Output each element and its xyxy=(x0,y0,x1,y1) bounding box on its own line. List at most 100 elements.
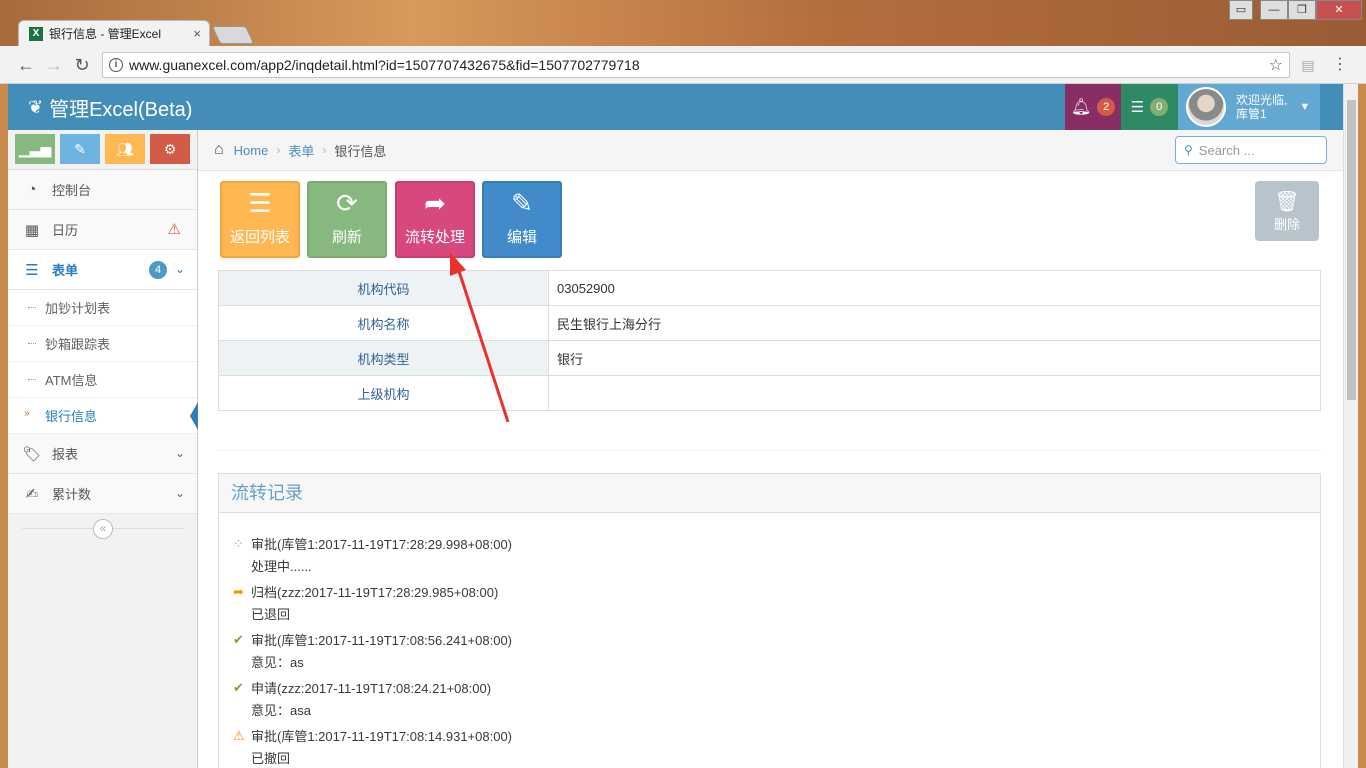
bookmark-star-icon[interactable]: ☆ xyxy=(1269,55,1289,75)
table-row: 机构名称 民生银行上海分行 xyxy=(218,305,1321,341)
record-head: 申请(zzz:2017-11-19T17:08:24.21+08:00) xyxy=(251,681,492,696)
refresh-button[interactable]: ⟳ 刷新 xyxy=(307,181,387,258)
close-window-button[interactable]: ✕ xyxy=(1316,0,1362,20)
sidebar-item-reports[interactable]: 🏷︎ 报表 ⌄ xyxy=(8,434,197,474)
tab-title: 银行信息 - 管理Excel xyxy=(49,27,162,41)
chevron-down-icon: ⌄ xyxy=(174,486,185,500)
table-row: 机构代码 03052900 xyxy=(218,270,1321,306)
brand[interactable]: ❦ 管理Excel(Beta) xyxy=(28,93,192,122)
sidebar-item-label: 表单 xyxy=(52,263,79,278)
button-label: 刷新 xyxy=(331,229,362,246)
sidebar-item-label: 控制台 xyxy=(52,183,92,198)
sidebar-item-label: 日历 xyxy=(52,223,79,238)
sidebar-subitem-cash-plan[interactable]: 加钞计划表 xyxy=(8,290,197,326)
subitem-label: ATM信息 xyxy=(45,373,98,388)
breadcrumb-form[interactable]: 表单 xyxy=(288,141,314,160)
info-icon[interactable]: i xyxy=(109,58,123,72)
field-value: 民生银行上海分行 xyxy=(548,305,1321,341)
edit-icon: ✍ xyxy=(25,485,39,503)
check-icon: ✔ xyxy=(233,631,244,647)
share-icon: ➦ xyxy=(233,583,244,599)
users-icon[interactable]: 👥︎ xyxy=(105,134,145,164)
record-note: 意见：as xyxy=(251,655,304,670)
detail-table: 机构代码 03052900 机构名称 民生银行上海分行 机构类型 银行 上级机构 xyxy=(218,270,1321,411)
username-text: 库管1 xyxy=(1236,107,1267,121)
sidebar: ▁▃▅ ✎ 👥︎ ⚙ ◔ 控制台 ▦ 日历 ⚠ ☰ 表单 4 ⌄ 加钞计划表 钞… xyxy=(8,130,198,768)
flow-process-button[interactable]: ➦ 流转处理 xyxy=(395,181,475,258)
field-value xyxy=(548,375,1321,411)
forward-arrow-icon[interactable]: → xyxy=(44,55,64,75)
record-note: 处理中...... xyxy=(251,559,312,574)
table-row: 机构类型 银行 xyxy=(218,340,1321,376)
browser-tab[interactable]: X 银行信息 - 管理Excel × xyxy=(18,20,210,46)
edit-icon: ✎ xyxy=(511,188,533,218)
sidebar-item-label: 累计数 xyxy=(52,487,92,502)
sidebar-subitem-cash-box[interactable]: 钞箱跟踪表 xyxy=(8,326,197,362)
field-label: 机构类型 xyxy=(218,340,549,376)
avatar xyxy=(1186,87,1226,127)
badge-text: 4 xyxy=(149,261,167,279)
list-icon: ☰ xyxy=(248,188,272,218)
back-to-list-button[interactable]: ☰ 返回列表 xyxy=(220,181,300,258)
spinner-icon: ⁘ xyxy=(233,535,244,551)
button-label: 流转处理 xyxy=(404,229,465,246)
trash-icon: 🗑︎ xyxy=(1274,191,1300,213)
address-bar[interactable]: i www.guanexcel.com/app2/inqdetail.html?… xyxy=(102,52,1290,78)
minimize-button[interactable]: — xyxy=(1260,0,1288,20)
breadcrumb: ⌂ Home › 表单 › 银行信息 ⚲ Search ... xyxy=(198,130,1344,171)
button-label: 编辑 xyxy=(506,229,537,246)
search-icon: ⚲ xyxy=(1184,143,1193,157)
pencil-icon[interactable]: ✎ xyxy=(60,134,100,164)
maximize-button[interactable]: ❐ xyxy=(1288,0,1316,20)
share-icon: ➦ xyxy=(424,188,446,218)
search-placeholder: Search ... xyxy=(1198,142,1255,158)
tab-close-icon[interactable]: × xyxy=(193,26,201,41)
pdf-extension-icon[interactable]: ▤ xyxy=(1298,55,1318,75)
url-text: www.guanexcel.com/app2/inqdetail.html?id… xyxy=(129,57,640,73)
search-input[interactable]: ⚲ Search ... xyxy=(1175,136,1327,164)
leaf-icon: ❦ xyxy=(28,97,44,117)
sidebar-item-cumulative[interactable]: ✍ 累计数 ⌄ xyxy=(8,474,197,514)
field-value: 银行 xyxy=(548,340,1321,376)
back-arrow-icon[interactable]: ← xyxy=(16,55,36,75)
field-label: 上级机构 xyxy=(218,375,549,411)
page-scrollbar[interactable] xyxy=(1343,84,1358,768)
edit-button[interactable]: ✎ 编辑 xyxy=(482,181,562,258)
record-note: 已撤回 xyxy=(251,751,291,766)
notifications-button[interactable]: 🔔︎ 2 xyxy=(1065,84,1121,130)
sidebar-item-dashboard[interactable]: ◔ 控制台 xyxy=(8,170,197,210)
breadcrumb-home[interactable]: Home xyxy=(234,143,269,158)
home-icon: ⌂ xyxy=(214,141,224,158)
subitem-label: 加钞计划表 xyxy=(45,301,111,316)
main-content: ⌂ Home › 表单 › 银行信息 ⚲ Search ... ☰ 返回列表 ⟳… xyxy=(198,130,1344,768)
refresh-icon: ⟳ xyxy=(336,188,358,218)
record-head: 审批(库管1:2017-11-19T17:28:29.998+08:00) xyxy=(251,537,513,552)
new-tab-button[interactable] xyxy=(211,26,255,44)
menu-dots-icon[interactable]: ⋮ xyxy=(1330,55,1350,75)
dashboard-icon: ◔ xyxy=(27,181,37,198)
sidebar-subitem-atm[interactable]: ATM信息 xyxy=(8,362,197,398)
delete-button[interactable]: 🗑︎ 删除 xyxy=(1255,181,1319,241)
record-note: 已退回 xyxy=(251,607,291,622)
double-angle-left-icon[interactable]: « xyxy=(93,519,113,539)
user-menu[interactable]: 欢迎光临, 库管1 ▼ xyxy=(1178,84,1320,130)
cogs-icon[interactable]: ⚙ xyxy=(150,134,190,164)
scrollbar-thumb[interactable] xyxy=(1347,100,1356,400)
flow-record: ⚠ 审批(库管1:2017-11-19T17:08:14.931+08:00) 已… xyxy=(233,726,512,767)
sidebar-item-forms[interactable]: ☰ 表单 4 ⌄ xyxy=(8,250,197,290)
tasks-button[interactable]: ☰ 0 xyxy=(1121,84,1178,130)
list-icon: ☰ xyxy=(25,261,39,279)
sidebar-collapse: « xyxy=(8,514,198,544)
user-profile-button[interactable]: ▭ xyxy=(1229,0,1253,20)
signal-icon[interactable]: ▁▃▅ xyxy=(15,134,55,164)
flow-records-panel: 流转记录 ⁘ 审批(库管1:2017-11-19T17:28:29.998+08:… xyxy=(218,473,1321,768)
app-page: ❦ 管理Excel(Beta) 🔔︎ 2 ☰ 0 欢迎光临, 库管1 ▼ ▁▃▅… xyxy=(8,84,1358,768)
reload-icon[interactable]: ↻ xyxy=(72,55,92,75)
table-row: 上级机构 xyxy=(218,375,1321,411)
sidebar-subitem-bank[interactable]: » 银行信息 xyxy=(8,398,198,434)
calendar-icon: ▦ xyxy=(24,221,40,239)
chevron-down-icon: ⌄ xyxy=(174,262,185,276)
button-label: 返回列表 xyxy=(229,229,290,246)
sidebar-item-calendar[interactable]: ▦ 日历 ⚠ xyxy=(8,210,197,250)
user-info: 欢迎光临, 库管1 xyxy=(1236,93,1287,121)
